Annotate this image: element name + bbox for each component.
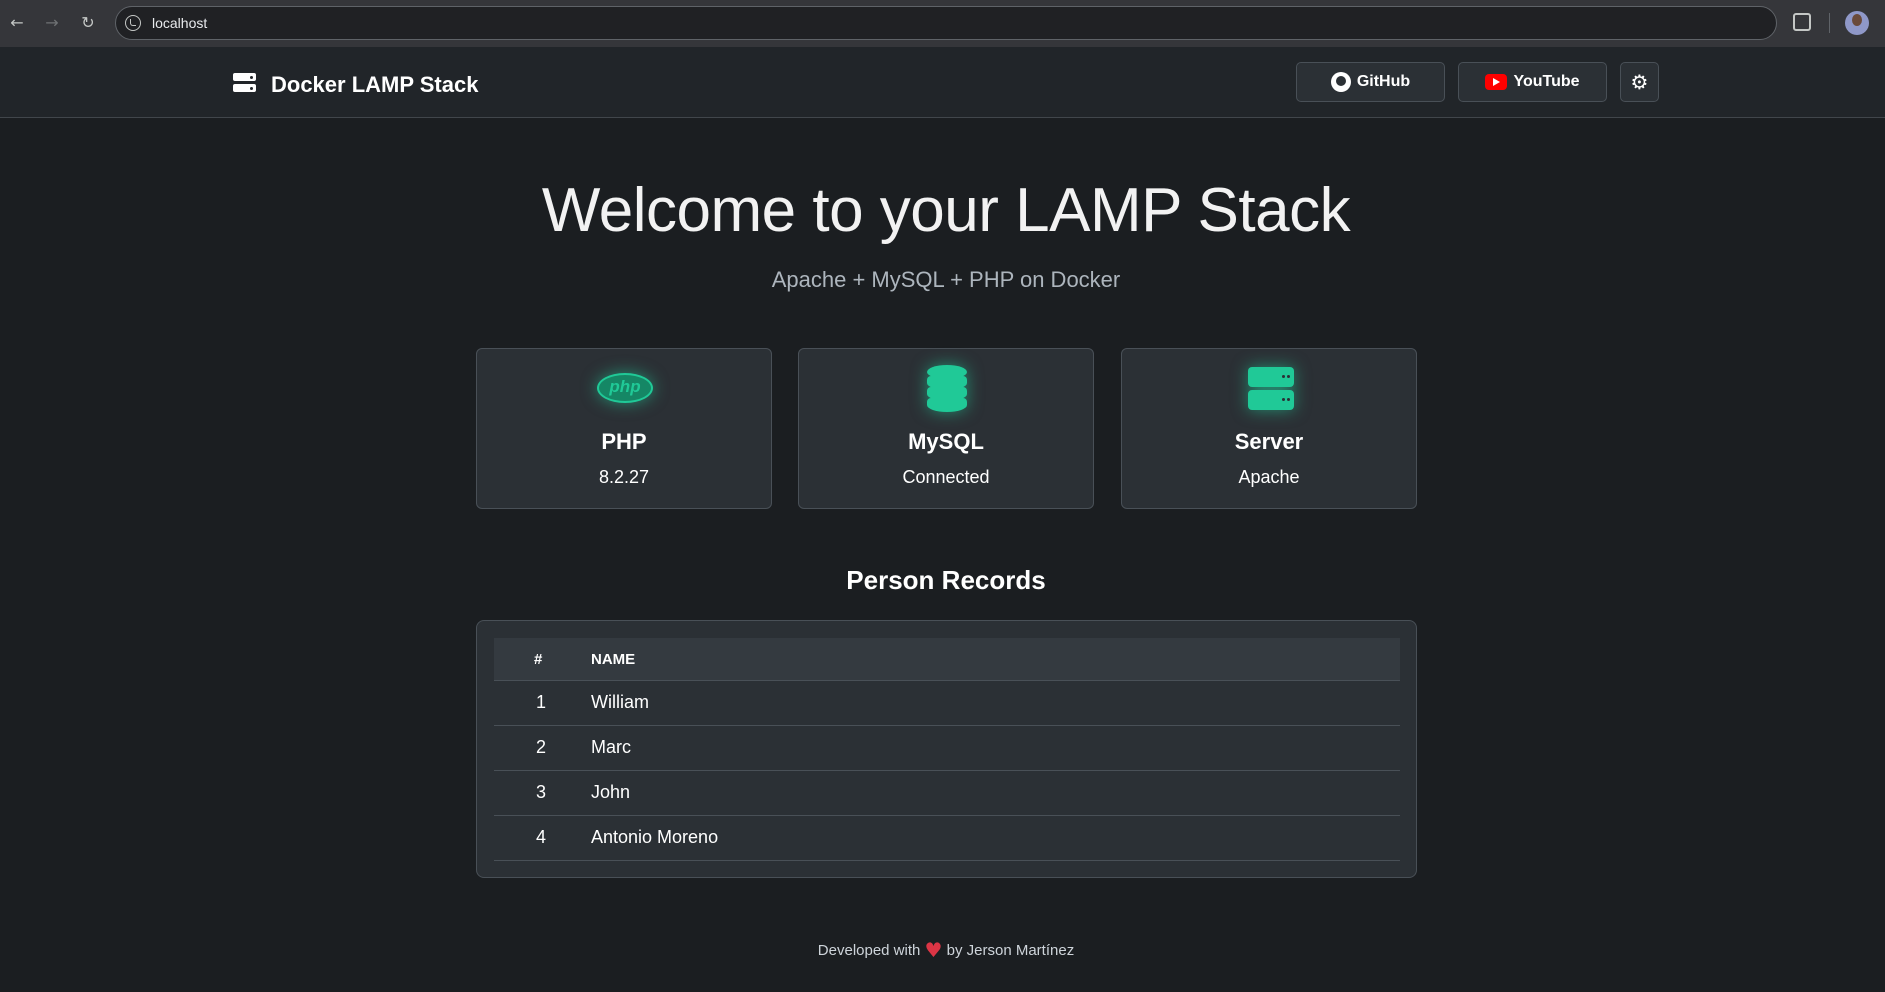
theme-toggle-button[interactable]: ⚙ <box>1620 62 1659 102</box>
arrow-left-icon[interactable]: ← <box>6 12 28 34</box>
github-icon <box>1330 72 1351 92</box>
row-id: 3 <box>535 782 546 802</box>
table-row: 1 William <box>494 681 1400 726</box>
page-title: Welcome to your LAMP Stack <box>541 176 1351 245</box>
youtube-button[interactable]: YouTube <box>1458 62 1607 102</box>
php-version: 8.2.27 <box>598 467 650 487</box>
card-title: PHP <box>601 429 647 454</box>
server-icon <box>233 73 256 93</box>
table-row: 4 Antonio Moreno <box>494 816 1400 861</box>
row-name: Marc <box>591 737 631 757</box>
page-footer: Developed with ♥ by Jerson Martínez <box>0 938 1885 962</box>
server-card: Server Apache <box>1121 348 1417 509</box>
card-title: Server <box>1234 429 1304 454</box>
mysql-card: MySQL Connected <box>798 348 1094 509</box>
card-title: MySQL <box>908 429 984 454</box>
row-name: John <box>591 782 631 802</box>
records-table: # NAME 1 William 2 Marc 3 John 4 Antonio… <box>476 620 1417 878</box>
address-bar[interactable]: localhost <box>115 6 1777 40</box>
footer-prefix: Developed with <box>817 942 921 959</box>
toolbar-divider <box>1829 13 1830 33</box>
site-info-icon[interactable] <box>125 15 141 31</box>
server-icon <box>1242 365 1298 411</box>
gear-icon: ⚙ <box>1630 70 1649 94</box>
php-card: php PHP 8.2.27 <box>476 348 772 509</box>
php-icon: php <box>597 365 653 411</box>
row-id: 1 <box>535 692 546 712</box>
database-icon <box>919 365 975 412</box>
brand-title[interactable]: Docker LAMP Stack <box>271 72 478 98</box>
table-row: 3 John <box>494 771 1400 816</box>
reload-icon[interactable]: ↻ <box>77 12 99 34</box>
browser-toolbar: ← → ↻ localhost <box>0 0 1885 47</box>
server-type: Apache <box>1238 467 1300 487</box>
extensions-icon[interactable] <box>1793 13 1811 31</box>
row-name: William <box>591 692 649 712</box>
column-header-id: # <box>534 651 543 668</box>
youtube-label: YouTube <box>1513 73 1580 90</box>
table-row: 2 Marc <box>494 726 1400 771</box>
page-subtitle: Apache + MySQL + PHP on Docker <box>771 267 1121 292</box>
column-header-name: NAME <box>591 651 636 668</box>
mysql-status: Connected <box>902 467 990 487</box>
row-name: Antonio Moreno <box>591 827 719 847</box>
row-id: 4 <box>535 827 546 847</box>
heart-icon: ♥ <box>924 938 943 962</box>
url-text[interactable]: localhost <box>152 15 207 31</box>
records-title: Person Records <box>846 565 1046 595</box>
footer-author: by Jerson Martínez <box>946 942 1075 959</box>
github-button[interactable]: GitHub <box>1296 62 1445 102</box>
table-header: # NAME <box>494 638 1400 681</box>
youtube-icon <box>1485 74 1508 90</box>
row-id: 2 <box>535 737 546 757</box>
profile-avatar[interactable] <box>1845 11 1869 35</box>
app-navbar: Docker LAMP Stack GitHub YouTube ⚙ <box>0 47 1885 118</box>
arrow-right-icon[interactable]: → <box>41 12 63 34</box>
github-label: GitHub <box>1356 73 1411 90</box>
